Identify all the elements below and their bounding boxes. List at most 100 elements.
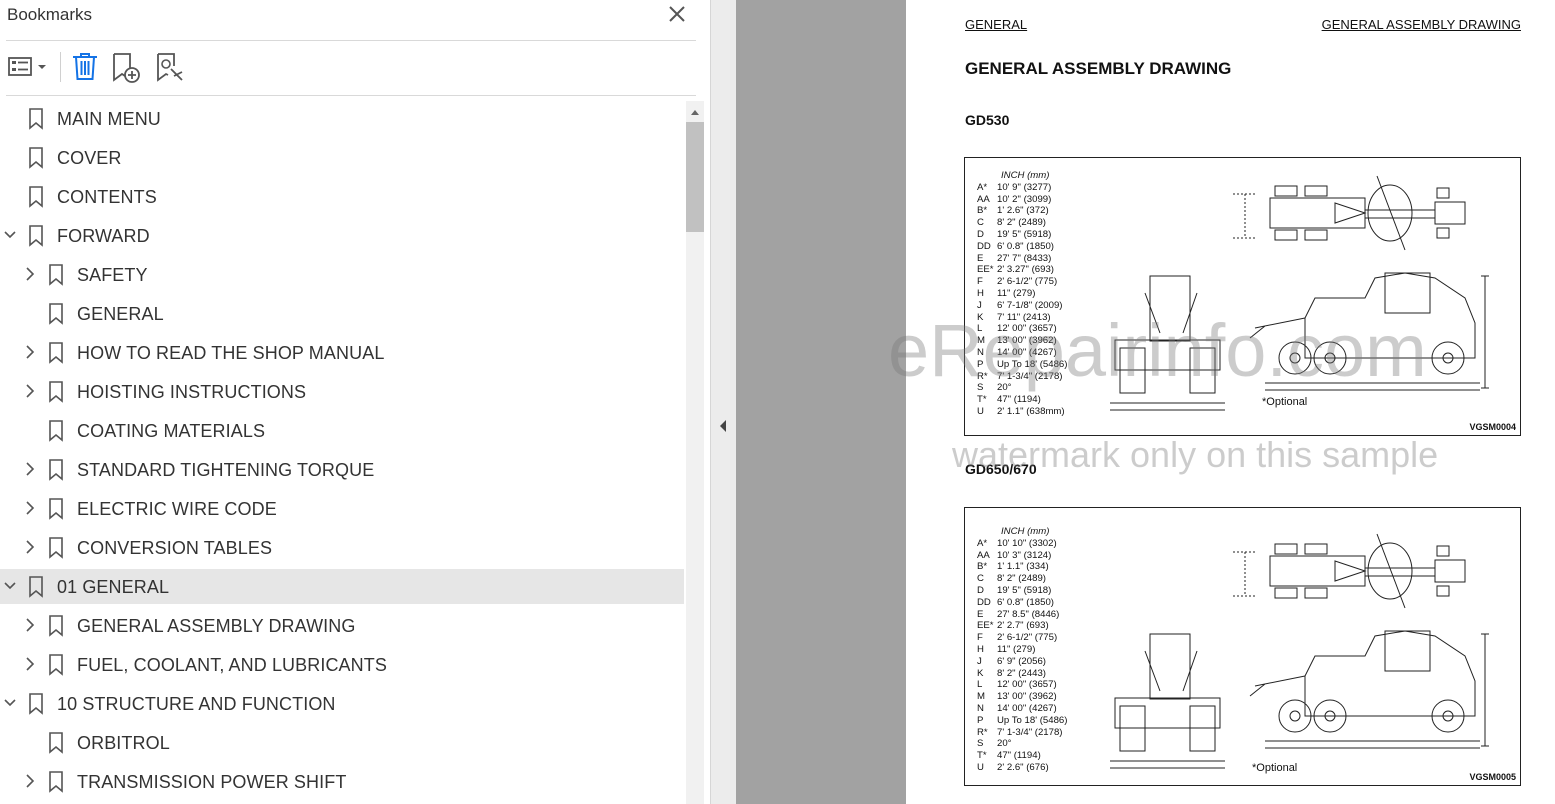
document-background [736,0,906,804]
figure-code: VGSM0004 [1469,422,1516,432]
bookmark-item[interactable]: STANDARD TIGHTENING TORQUE [0,452,684,487]
rear-wheel [1304,185,1328,197]
bookmark-item[interactable]: COVER [0,140,684,175]
bookmark-icon [29,147,43,169]
front-axle [1434,201,1466,225]
chevron-right-icon[interactable] [22,500,38,516]
bookmark-item[interactable]: HOW TO READ THE SHOP MANUAL [0,335,684,370]
bookmark-icon [29,186,43,208]
main-beam [1365,567,1435,577]
bookmark-icon [49,420,63,442]
bookmark-icon [49,303,63,325]
add-bookmark-icon [113,53,140,83]
scrollbar-thumb[interactable] [686,122,704,232]
bookmark-label: FORWARD [57,226,150,246]
dimension-line [1233,551,1257,597]
bookmark-icon [49,459,63,481]
bookmark-icon [49,342,63,364]
bookmark-item[interactable]: FUEL, COOLANT, AND LUBRICANTS [0,647,684,682]
bookmark-item[interactable]: SAFETY [0,257,684,292]
bookmark-options-button[interactable] [6,50,50,84]
optional-note: *Optional [1262,396,1308,408]
bookmark-tree: MAIN MENU COVER CONTENTS FORWARD SAFETY GENER… [0,101,684,804]
triangle-up-icon [691,110,699,115]
bookmark-icon [49,264,63,286]
bookmark-icon [29,693,43,715]
bookmark-label: FUEL, COOLANT, AND LUBRICANTS [77,655,387,675]
bookmark-item[interactable]: CONTENTS [0,179,684,214]
bookmark-label: ELECTRIC WIRE CODE [77,499,277,519]
delete-bookmark-button[interactable] [68,50,102,84]
dimension-line [1110,402,1225,411]
chevron-right-icon[interactable] [22,539,38,555]
cab-pillar [1144,292,1198,334]
bookmark-item[interactable]: GENERAL [0,296,684,331]
front-wheel [1436,227,1450,239]
bookmark-label: GENERAL ASSEMBLY DRAWING [77,616,356,636]
page-header-right: GENERAL ASSEMBLY DRAWING [1321,17,1521,32]
bookmark-label: CONVERSION TABLES [77,538,273,558]
chevron-right-icon[interactable] [22,266,38,282]
new-bookmark-button[interactable] [108,50,144,84]
rear-wheel [1274,229,1298,241]
hub [1289,352,1301,364]
bookmark-item[interactable]: HOISTING INSTRUCTIONS [0,374,684,409]
bookmark-item[interactable]: MAIN MENU [0,101,684,136]
chevron-right-icon[interactable] [22,656,38,672]
dimension-line [1481,275,1489,389]
front-body [1114,339,1221,371]
assembly-figure: INCH (mm) A* 10' 9" (3277) AA 10' 2" (3099)… [964,157,1521,436]
bookmark-icon [49,615,63,637]
list-options-icon [8,57,46,76]
bookmark-item[interactable]: CONVERSION TABLES [0,530,684,565]
bookmark-label: HOW TO READ THE SHOP MANUAL [77,343,385,363]
rear-frame [1269,555,1366,587]
bookmarks-panel: Bookmarks MAIN MENU COVER CONTENTS FORWA… [0,0,710,804]
bookmarks-toolbar [0,44,700,90]
document-page: GENERAL GENERAL ASSEMBLY DRAWING GENERAL… [888,0,1555,804]
model-heading: GD650/670 [965,461,1037,477]
chevron-right-icon[interactable] [22,773,38,789]
chevron-down-icon[interactable] [2,695,18,711]
close-icon [669,6,685,22]
bookmark-icon [49,537,63,559]
dimension-line [1265,382,1480,391]
bookmark-item[interactable]: COATING MATERIALS [0,413,684,448]
bookmark-item[interactable]: ORBITROL [0,725,684,760]
chevron-down-icon[interactable] [2,227,18,243]
bookmark-label: COATING MATERIALS [77,421,266,441]
grader-sketch [1110,533,1489,769]
dimension-line [1265,740,1480,749]
bookmark-label: HOISTING INSTRUCTIONS [77,382,307,402]
bookmark-label: COVER [57,148,122,168]
side-cab [1384,630,1431,672]
rear-wheel [1304,543,1328,555]
circle-drawbar [1334,560,1367,582]
dimension-line [1110,760,1225,769]
close-panel-button[interactable] [664,2,690,26]
cab-pillar [1144,650,1198,692]
bookmark-label: GENERAL [77,304,164,324]
bookmark-item[interactable]: 10 STRUCTURE AND FUNCTION [0,686,684,721]
bookmark-icon [49,381,63,403]
chevron-right-icon[interactable] [22,617,38,633]
bookmark-item[interactable]: TRANSMISSION POWER SHIFT [0,764,684,799]
rear-wheel [1304,229,1328,241]
bookmark-item[interactable]: 01 GENERAL [0,569,684,604]
chevron-right-icon[interactable] [22,383,38,399]
bookmark-item[interactable]: FORWARD [0,218,684,253]
divider-line [6,40,696,41]
bookmark-item[interactable]: GENERAL ASSEMBLY DRAWING [0,608,684,643]
collapse-panel-button[interactable] [716,416,730,436]
side-body [1304,272,1476,359]
find-bookmark-button[interactable] [152,50,188,84]
bookmark-icon [49,771,63,793]
chevron-down-icon[interactable] [2,578,18,594]
bookmark-label: STANDARD TIGHTENING TORQUE [77,460,375,480]
chevron-right-icon[interactable] [22,344,38,360]
panel-splitter[interactable] [710,0,737,804]
bookmark-item[interactable]: ELECTRIC WIRE CODE [0,491,684,526]
ripper [1249,675,1306,697]
scroll-up-button[interactable] [686,104,704,120]
chevron-right-icon[interactable] [22,461,38,477]
